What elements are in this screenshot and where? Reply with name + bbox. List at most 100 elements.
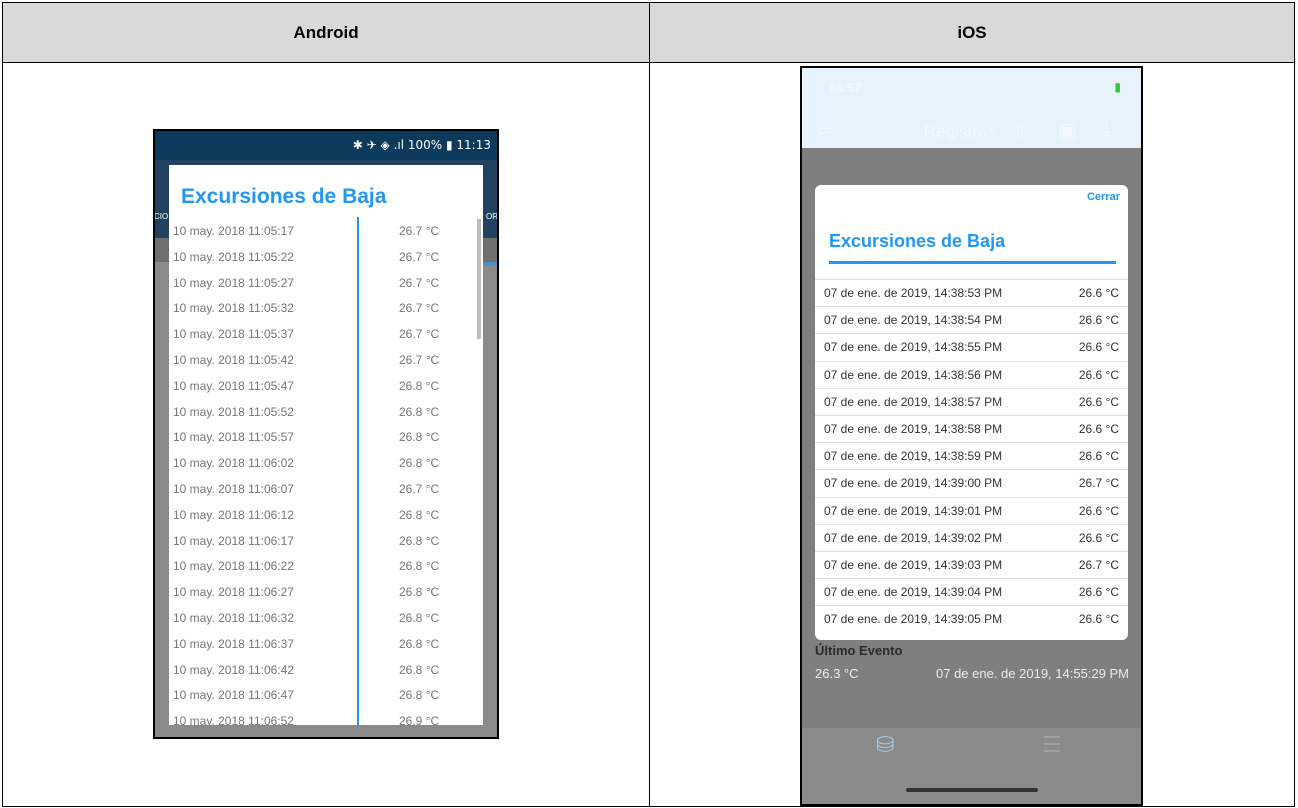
row-temp: 26.6 °C	[1078, 340, 1119, 355]
android-row: 10 may. 2018 11:05:37 26.7 °C	[169, 321, 469, 347]
menu-icon[interactable]: ☰	[1042, 732, 1062, 758]
android-row: 10 may. 2018 11:06:32 26.8 °C	[169, 605, 469, 631]
home-indicator	[906, 788, 1038, 792]
row-temp: 26.6 °C	[1078, 422, 1119, 436]
android-row: 10 may. 2018 11:06:37 26.8 °C	[169, 631, 469, 657]
android-scrollbar[interactable]	[477, 219, 481, 339]
row-temp: 26.8 °C	[399, 662, 440, 677]
header-android: Android	[293, 23, 359, 42]
row-temp: 26.8 °C	[399, 559, 440, 574]
header-ios: iOS	[957, 23, 987, 42]
row-temp: 26.6 °C	[1078, 503, 1119, 518]
row-date: 10 may. 2018 11:06:02	[173, 456, 294, 471]
row-date: 10 may. 2018 11:05:52	[173, 404, 294, 419]
row-date: 10 may. 2018 11:06:07	[173, 482, 294, 496]
row-temp: 26.7 °C	[399, 224, 440, 238]
save-icon[interactable]: ▣	[1058, 118, 1077, 143]
row-temp: 26.6 °C	[1078, 449, 1119, 464]
ios-tab-bar: ⛁ ☰	[802, 728, 1141, 804]
android-row: 10 may. 2018 11:05:22 26.7 °C	[169, 244, 469, 270]
row-temp: 26.7 °C	[1078, 558, 1119, 572]
row-date: 10 may. 2018 11:06:47	[173, 688, 294, 703]
row-date: 10 may. 2018 11:05:47	[173, 378, 294, 393]
row-date: 10 may. 2018 11:05:22	[173, 249, 294, 264]
row-temp: 26.6 °C	[1078, 585, 1119, 600]
row-date: 10 may. 2018 11:05:37	[173, 327, 294, 342]
row-temp: 26.8 °C	[399, 378, 440, 393]
row-date: 10 may. 2018 11:06:12	[173, 507, 294, 522]
row-temp: 26.7 °C	[399, 353, 440, 367]
ios-row: 07 de ene. de 2019, 14:39:00 PM 26.7 °C	[815, 469, 1128, 496]
row-temp: 26.6 °C	[1078, 313, 1119, 328]
row-temp: 26.7 °C	[399, 482, 440, 496]
ios-title-underline	[829, 261, 1116, 264]
battery-icon: ▮	[1114, 80, 1121, 94]
android-status-text: ✱ ✈ ◈ .ıl 100% ▮ 11:13	[352, 138, 491, 152]
ios-row: 07 de ene. de 2019, 14:38:58 PM 26.6 °C	[815, 415, 1128, 442]
ios-row: 07 de ene. de 2019, 14:38:54 PM 26.6 °C	[815, 306, 1128, 333]
row-date: 07 de ene. de 2019, 14:38:59 PM	[824, 449, 1003, 464]
row-date: 07 de ene. de 2019, 14:39:03 PM	[824, 558, 1003, 572]
android-row: 10 may. 2018 11:05:57 26.8 °C	[169, 424, 469, 450]
row-date: 07 de ene. de 2019, 14:39:01 PM	[824, 503, 1003, 518]
android-row: 10 may. 2018 11:06:27 26.8 °C	[169, 579, 469, 605]
row-date: 10 may. 2018 11:06:22	[173, 559, 294, 574]
row-date: 10 may. 2018 11:05:27	[173, 275, 294, 290]
row-date: 07 de ene. de 2019, 14:38:56 PM	[824, 367, 1003, 382]
ios-status-icons: ◠ ▮	[1101, 80, 1121, 94]
android-screenshot: ✱ ✈ ◈ .ıl 100% ▮ 11:13 CIO OR Excursione…	[153, 129, 499, 739]
ios-row: 07 de ene. de 2019, 14:38:59 PM 26.6 °C	[815, 442, 1128, 469]
android-tab-fragment-left: CIO	[154, 212, 169, 221]
row-date: 10 may. 2018 11:05:42	[173, 353, 294, 367]
close-button[interactable]: Cerrar	[1087, 191, 1120, 203]
wifi-icon: ◠	[1100, 80, 1112, 94]
row-temp: 26.8 °C	[399, 636, 440, 651]
share-icon[interactable]: ⇧	[1012, 118, 1029, 143]
row-temp: 26.6 °C	[1078, 394, 1119, 409]
row-date: 07 de ene. de 2019, 14:39:04 PM	[824, 585, 1003, 600]
row-date: 10 may. 2018 11:05:17	[173, 224, 294, 238]
row-temp: 26.7 °C	[399, 249, 440, 264]
row-temp: 26.8 °C	[399, 585, 440, 600]
android-row: 10 may. 2018 11:06:42 26.8 °C	[169, 657, 469, 683]
row-date: 10 may. 2018 11:06:17	[173, 533, 294, 548]
android-row: 10 may. 2018 11:06:47 26.8 °C	[169, 682, 469, 708]
database-icon[interactable]: ⛁	[876, 732, 894, 758]
ios-screenshot: 14:57 ◠ ▮ ⇦ Registros ⇧ ▣ ⤓ Cerrar Excur…	[800, 66, 1143, 806]
download-icon[interactable]: ⤓	[1102, 118, 1111, 141]
row-temp: 26.8 °C	[399, 611, 440, 625]
last-event-temp: 26.3 °C	[815, 666, 859, 681]
row-date: 10 may. 2018 11:06:42	[173, 662, 294, 677]
row-date: 10 may. 2018 11:05:32	[173, 301, 294, 316]
ios-row: 07 de ene. de 2019, 14:39:04 PM 26.6 °C	[815, 578, 1128, 605]
ios-row: 07 de ene. de 2019, 14:38:57 PM 26.6 °C	[815, 387, 1128, 415]
ios-row: 07 de ene. de 2019, 14:39:03 PM 26.7 °C	[815, 551, 1128, 578]
row-date: 07 de ene. de 2019, 14:38:58 PM	[824, 422, 1003, 436]
row-date: 10 may. 2018 11:06:52	[173, 714, 294, 725]
row-date: 10 may. 2018 11:06:37	[173, 636, 294, 651]
row-temp: 26.8 °C	[399, 688, 440, 703]
android-excursion-dialog: Excursiones de Baja 10 may. 2018 11:05:1…	[169, 165, 483, 725]
row-date: 10 may. 2018 11:05:57	[173, 430, 294, 445]
last-event-label: Último Evento	[815, 643, 903, 658]
ios-row: 07 de ene. de 2019, 14:39:01 PM 26.6 °C	[815, 496, 1128, 524]
android-dialog-title: Excursiones de Baja	[181, 185, 387, 208]
android-row: 10 may. 2018 11:06:17 26.8 °C	[169, 528, 469, 554]
ios-row: 07 de ene. de 2019, 14:39:05 PM 26.6 °C	[815, 605, 1128, 632]
back-icon[interactable]: ⇦	[816, 118, 833, 143]
row-temp: 26.7 °C	[1078, 476, 1119, 491]
ios-top-bar: 14:57 ◠ ▮ ⇦ Registros ⇧ ▣ ⤓	[802, 68, 1141, 148]
ios-nav-bar: ⇦ Registros ⇧ ▣ ⤓	[802, 112, 1141, 148]
ios-excursion-dialog: Cerrar Excursiones de Baja 07 de ene. de…	[815, 185, 1128, 640]
row-temp: 26.8 °C	[399, 456, 440, 471]
row-date: 07 de ene. de 2019, 14:38:54 PM	[824, 313, 1003, 328]
row-date: 07 de ene. de 2019, 14:39:05 PM	[824, 612, 1003, 627]
row-date: 07 de ene. de 2019, 14:39:00 PM	[824, 476, 1003, 491]
row-date: 10 may. 2018 11:06:27	[173, 585, 294, 600]
row-date: 07 de ene. de 2019, 14:38:53 PM	[824, 286, 1003, 300]
row-temp: 26.8 °C	[399, 430, 440, 445]
android-row: 10 may. 2018 11:05:32 26.7 °C	[169, 295, 469, 321]
android-row: 10 may. 2018 11:06:12 26.8 °C	[169, 502, 469, 528]
android-row: 10 may. 2018 11:05:47 26.8 °C	[169, 373, 469, 399]
ios-clock: 14:57	[828, 80, 862, 95]
